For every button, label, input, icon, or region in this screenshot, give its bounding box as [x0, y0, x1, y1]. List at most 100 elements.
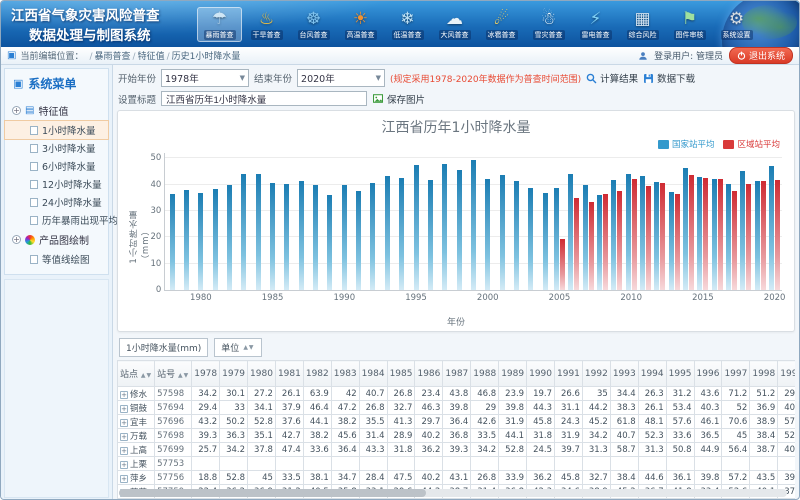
expand-icon[interactable]: + — [120, 405, 128, 413]
toolbar-item-rainstorm[interactable]: ☂暴雨普查 — [197, 7, 242, 42]
bar-国家站平均-1996[interactable] — [428, 180, 433, 290]
toolbar-item-hail[interactable]: ☄冰雹普查 — [479, 8, 524, 41]
bar-国家站平均-2003[interactable] — [528, 188, 533, 290]
bar-区域站平均-2012[interactable] — [660, 183, 665, 290]
bar-国家站平均-1986[interactable] — [284, 184, 289, 290]
year-column-header[interactable]: 1994 — [638, 361, 666, 387]
sidebar-item-6h-precip[interactable]: 6小时降水量 — [5, 157, 108, 175]
bar-国家站平均-2008[interactable] — [597, 195, 602, 290]
toolbar-item-snow[interactable]: ☃雪灾普查 — [526, 8, 571, 41]
year-column-header[interactable]: 1989 — [499, 361, 527, 387]
expand-icon[interactable]: + — [120, 391, 128, 399]
bar-国家站平均-1981[interactable] — [213, 189, 218, 290]
sidebar-group-product-drawing[interactable]: +产品图绘制 — [5, 229, 108, 250]
station-name-cell[interactable]: +修水 — [118, 387, 155, 401]
sidebar-group-feature-values[interactable]: +▤特征值 — [5, 100, 108, 121]
toolbar-item-low-temp[interactable]: ❄低温普查 — [385, 8, 430, 41]
station-id-column-header[interactable]: 站号 ▲▼ — [155, 361, 192, 387]
bar-国家站平均-2000[interactable] — [485, 179, 490, 290]
bar-国家站平均-2011[interactable] — [640, 176, 645, 290]
horizontal-scrollbar[interactable] — [119, 489, 787, 497]
logout-button[interactable]: 退出系统 — [729, 47, 793, 64]
bar-区域站平均-2018[interactable] — [746, 184, 751, 290]
expand-icon[interactable]: + — [120, 433, 128, 441]
station-name-cell[interactable]: +萍乡 — [118, 471, 155, 485]
save-image-button[interactable]: 保存图片 — [372, 92, 425, 106]
bar-区域站平均-2014[interactable] — [689, 175, 694, 290]
bar-国家站平均-1985[interactable] — [270, 183, 275, 290]
year-column-header[interactable]: 1983 — [331, 361, 359, 387]
unit-selector[interactable]: 单位 ▲▼ — [214, 338, 261, 357]
toolbar-item-drought[interactable]: ♨干旱普查 — [244, 8, 289, 41]
bar-国家站平均-2018[interactable] — [740, 171, 745, 290]
toolbar-item-lightning[interactable]: ⚡雷电普查 — [573, 8, 618, 41]
bar-区域站平均-2011[interactable] — [646, 186, 651, 290]
bar-国家站平均-2013[interactable] — [669, 192, 674, 290]
bar-国家站平均-1987[interactable] — [299, 181, 304, 290]
expand-icon[interactable]: + — [120, 475, 128, 483]
toolbar-item-high-temp[interactable]: ☀高温普查 — [338, 8, 383, 41]
bar-国家站平均-1992[interactable] — [370, 183, 375, 290]
bar-国家站平均-2019[interactable] — [755, 181, 760, 290]
bar-国家站平均-2007[interactable] — [583, 185, 588, 290]
bar-国家站平均-2015[interactable] — [697, 177, 702, 290]
bar-区域站平均-2010[interactable] — [632, 179, 637, 290]
chart-title-input[interactable] — [161, 91, 367, 106]
legend-item[interactable]: 区域站平均 — [723, 138, 780, 150]
bar-国家站平均-2016[interactable] — [712, 179, 717, 290]
year-column-header[interactable]: 1998 — [750, 361, 778, 387]
bar-区域站平均-2017[interactable] — [732, 191, 737, 290]
sidebar-item-24h-precip[interactable]: 24小时降水量 — [5, 193, 108, 211]
station-name-cell[interactable]: +铜鼓 — [118, 401, 155, 415]
year-column-header[interactable]: 1982 — [303, 361, 331, 387]
breadcrumb-item[interactable]: 历史1小时降水量 — [172, 52, 241, 62]
tree-toggle-icon[interactable]: + — [12, 235, 21, 244]
year-column-header[interactable]: 1996 — [694, 361, 722, 387]
toolbar-item-typhoon[interactable]: ☸台风普查 — [291, 8, 336, 41]
expand-icon[interactable]: + — [120, 461, 128, 469]
bar-区域站平均-2015[interactable] — [703, 178, 708, 290]
bar-区域站平均-2016[interactable] — [718, 179, 723, 290]
bar-区域站平均-2008[interactable] — [603, 194, 608, 290]
station-name-cell[interactable]: +万载 — [118, 429, 155, 443]
bar-国家站平均-2004[interactable] — [543, 193, 548, 290]
end-year-select[interactable]: 2020年 ▼ — [297, 69, 385, 87]
bar-国家站平均-1991[interactable] — [356, 191, 361, 290]
measure-selector[interactable]: 1小时降水量(mm) — [119, 338, 208, 357]
bar-国家站平均-2020[interactable] — [769, 166, 774, 290]
year-column-header[interactable]: 1981 — [275, 361, 303, 387]
year-column-header[interactable]: 1993 — [610, 361, 638, 387]
toolbar-item-map-review[interactable]: ⚑图件审核 — [667, 8, 712, 41]
bar-区域站平均-2007[interactable] — [589, 202, 594, 290]
bar-国家站平均-1983[interactable] — [241, 174, 246, 290]
bar-国家站平均-1999[interactable] — [471, 160, 476, 290]
station-column-header[interactable]: 站点 ▲▼ — [118, 361, 155, 387]
bar-国家站平均-1989[interactable] — [327, 195, 332, 290]
tree-toggle-icon[interactable]: + — [12, 106, 21, 115]
scrollbar-thumb[interactable] — [119, 489, 426, 497]
bar-区域站平均-2009[interactable] — [617, 191, 622, 290]
bar-国家站平均-2012[interactable] — [654, 182, 659, 290]
year-column-header[interactable]: 1997 — [722, 361, 750, 387]
bar-国家站平均-1998[interactable] — [457, 170, 462, 290]
start-year-select[interactable]: 1978年 ▼ — [161, 69, 249, 87]
bar-国家站平均-1997[interactable] — [442, 164, 447, 290]
bar-国家站平均-1993[interactable] — [385, 176, 390, 290]
bar-国家站平均-2006[interactable] — [568, 174, 573, 290]
station-name-cell[interactable]: +上高 — [118, 443, 155, 457]
calc-result-button[interactable]: 计算结果 — [586, 71, 638, 85]
bar-区域站平均-2019[interactable] — [761, 181, 766, 290]
bar-国家站平均-1984[interactable] — [256, 174, 261, 290]
year-column-header[interactable]: 1978 — [192, 361, 220, 387]
year-column-header[interactable]: 1991 — [555, 361, 583, 387]
year-column-header[interactable]: 1985 — [387, 361, 415, 387]
breadcrumb-item[interactable]: 特征值 — [138, 52, 165, 62]
year-column-header[interactable]: 1990 — [527, 361, 555, 387]
bar-国家站平均-1982[interactable] — [227, 185, 232, 290]
bar-区域站平均-2006[interactable] — [574, 198, 579, 290]
toolbar-item-system-settings[interactable]: ⚙系统设置 — [714, 8, 759, 41]
expand-icon[interactable]: + — [120, 447, 128, 455]
year-column-header[interactable]: 1980 — [248, 361, 276, 387]
sidebar-item-3h-precip[interactable]: 3小时降水量 — [5, 139, 108, 157]
bar-国家站平均-2002[interactable] — [514, 181, 519, 290]
